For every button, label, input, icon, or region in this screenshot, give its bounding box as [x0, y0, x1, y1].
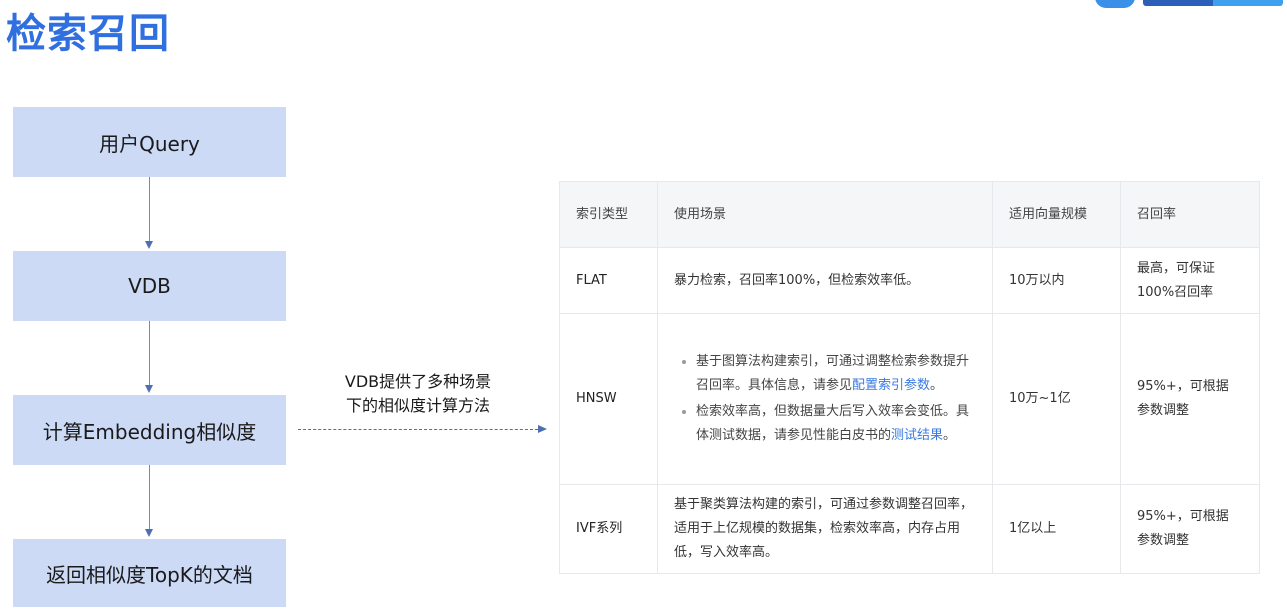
cell-recall: 95%+，可根据 参数调整 [1120, 313, 1260, 485]
config-index-params-link[interactable]: 配置索引参数 [852, 378, 930, 393]
recall-line: 100%召回率 [1137, 284, 1214, 300]
list-item: 检索效率高，但数据量大后写入效率会变低。具体测试数据，请参见性能白皮书的测试结果… [696, 400, 976, 448]
header-scenario: 使用场景 [657, 181, 993, 248]
bullet-text: 。 [943, 428, 957, 443]
flow-step-vdb: VDB [13, 251, 286, 321]
cloud-logo-icon [1095, 0, 1135, 8]
header-recall: 召回率 [1120, 181, 1260, 248]
flow-arrow-line [149, 465, 150, 529]
cell-scenario: 基于图算法构建索引，可通过调整检索参数提升召回率。具体信息，请参见配置索引参数。… [657, 313, 993, 485]
recall-line: 参数调整 [1137, 403, 1190, 418]
flow-arrow-line [149, 177, 150, 241]
flow-step-compute-similarity: 计算Embedding相似度 [13, 395, 286, 465]
arrow-down-icon [145, 385, 153, 393]
scenario-bullet-list: 基于图算法构建索引，可通过调整检索参数提升召回率。具体信息，请参见配置索引参数。… [674, 350, 976, 448]
recall-line: 95%+，可根据 [1137, 379, 1229, 394]
cell-type: FLAT [559, 247, 658, 314]
cell-scenario: 基于聚类算法构建的索引，可通过参数调整召回率，适用于上亿规模的数据集，检索效率高… [657, 484, 993, 574]
brand-wordmark [1143, 0, 1283, 6]
table-row: HNSW 基于图算法构建索引，可通过调整检索参数提升召回率。具体信息，请参见配置… [559, 313, 1260, 485]
table-header-row: 索引类型 使用场景 适用向量规模 召回率 [559, 181, 1260, 248]
table-row: FLAT 暴力检索，召回率100%，但检索效率低。 10万以内 最高，可保证 1… [559, 247, 1260, 314]
recall-line: 95%+，可根据 [1137, 509, 1229, 524]
cell-scale: 10万~1亿 [992, 313, 1121, 485]
flow-step-user-query: 用户Query [13, 107, 286, 177]
edge-label: VDB提供了多种场景 下的相似度计算方法 [318, 370, 518, 418]
page-title: 检索召回 [6, 11, 170, 57]
list-item: 基于图算法构建索引，可通过调整检索参数提升召回率。具体信息，请参见配置索引参数。 [696, 350, 976, 398]
cell-type: HNSW [559, 313, 658, 485]
edge-label-line: 下的相似度计算方法 [345, 396, 490, 415]
arrow-right-icon [538, 425, 547, 433]
recall-line: 参数调整 [1137, 533, 1190, 548]
index-comparison-table: 索引类型 使用场景 适用向量规模 召回率 FLAT 暴力检索，召回率100%，但… [559, 181, 1260, 574]
cell-recall: 95%+，可根据 参数调整 [1120, 484, 1260, 574]
flow-step-return-topk: 返回相似度TopK的文档 [13, 539, 286, 607]
recall-line: 最高，可保证 [1137, 260, 1216, 276]
table-row: IVF系列 基于聚类算法构建的索引，可通过参数调整召回率，适用于上亿规模的数据集… [559, 484, 1260, 574]
edge-label-line: VDB提供了多种场景 [344, 372, 492, 391]
header-vector-scale: 适用向量规模 [992, 181, 1121, 248]
test-results-link[interactable]: 测试结果 [891, 428, 943, 443]
cell-scenario: 暴力检索，召回率100%，但检索效率低。 [657, 247, 993, 314]
flow-arrow-line [149, 321, 150, 385]
header-index-type: 索引类型 [559, 181, 658, 248]
brand-logo [1087, 0, 1287, 10]
arrow-down-icon [145, 241, 153, 249]
dashed-connector [298, 429, 538, 430]
bullet-text: 。 [930, 378, 944, 393]
cell-type: IVF系列 [559, 484, 658, 574]
cell-recall: 最高，可保证 100%召回率 [1120, 247, 1260, 314]
arrow-down-icon [145, 529, 153, 537]
cell-scale: 10万以内 [992, 247, 1121, 314]
cell-scale: 1亿以上 [992, 484, 1121, 574]
